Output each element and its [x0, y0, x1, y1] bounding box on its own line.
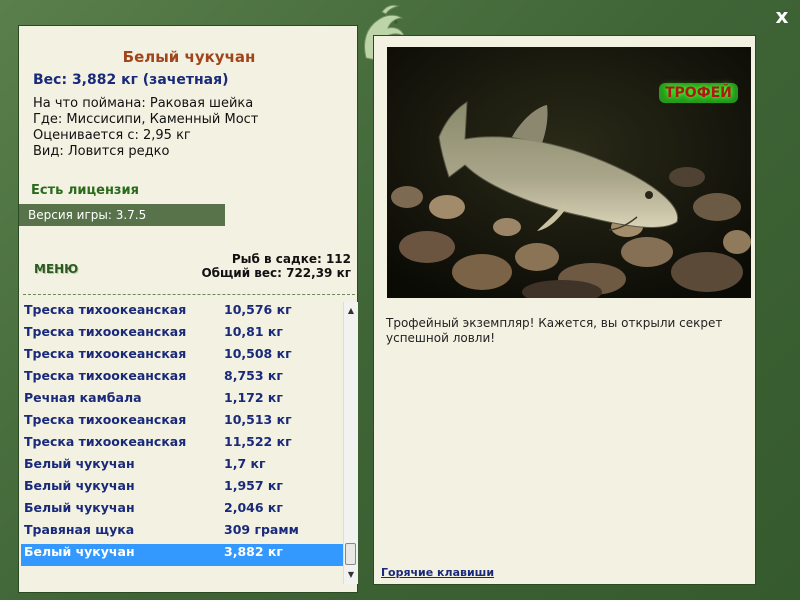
divider: [23, 294, 355, 295]
catch-list-row[interactable]: Треска тихоокеанская 10,81 кг: [21, 324, 343, 346]
catch-fish-weight: 10,508 кг: [224, 346, 292, 361]
catch-list-scrollbar[interactable]: ▲ ▼: [343, 302, 358, 584]
catch-list-row[interactable]: Треска тихоокеанская 10,576 кг: [21, 302, 343, 324]
fish-description: Трофейный экземпляр! Кажется, вы открыли…: [386, 316, 723, 345]
menu-button[interactable]: МЕНЮ: [34, 262, 78, 276]
catch-list-row[interactable]: Белый чукучан 3,882 кг: [21, 544, 343, 566]
fish-title: Белый чукучан: [122, 48, 256, 66]
fish-photo-panel: ТРОФЕЙ Трофейный экземпляр! Кажется, вы …: [373, 35, 756, 585]
catch-fish-name: Треска тихоокеанская: [24, 434, 187, 449]
catch-fish-name: Белый чукучан: [24, 456, 135, 471]
window-frame: x Белый чукучан Вес: 3,882 кг (зачетная)…: [0, 0, 800, 600]
keepnet-stats: Рыб в садке: 112 Общий вес: 722,39 кг: [201, 252, 351, 280]
catch-fish-name: Треска тихоокеанская: [24, 368, 187, 383]
catch-fish-weight: 309 грамм: [224, 522, 299, 537]
fish-weight: Вес: 3,882 кг (зачетная): [33, 72, 229, 88]
close-button[interactable]: x: [770, 4, 794, 28]
catch-list-row[interactable]: Речная камбала 1,172 кг: [21, 390, 343, 412]
catch-list[interactable]: Треска тихоокеанская 10,576 кг Треска тихо…: [21, 302, 343, 566]
catch-fish-weight: 1,7 кг: [224, 456, 266, 471]
location-line: Где: Миссисипи, Каменный Мост: [33, 112, 259, 127]
catch-list-row[interactable]: Белый чукучан 1,957 кг: [21, 478, 343, 500]
hotkeys-link[interactable]: Горячие клавиши: [381, 566, 494, 579]
catch-fish-weight: 11,522 кг: [224, 434, 292, 449]
catch-fish-weight: 3,882 кг: [224, 544, 283, 559]
catch-fish-name: Белый чукучан: [24, 500, 135, 515]
catch-fish-name: Белый чукучан: [24, 544, 135, 559]
bait-line: На что поймана: Раковая шейка: [33, 96, 254, 111]
catch-list-row[interactable]: Треска тихоокеанская 10,508 кг: [21, 346, 343, 368]
license-status: Есть лицензия: [31, 183, 139, 198]
catch-fish-name: Речная камбала: [24, 390, 142, 405]
rarity-line: Вид: Ловится редко: [33, 144, 170, 159]
catch-fish-name: Белый чукучан: [24, 478, 135, 493]
catch-list-row[interactable]: Белый чукучан 2,046 кг: [21, 500, 343, 522]
fish-photo: ТРОФЕЙ: [387, 47, 751, 298]
trophy-badge: ТРОФЕЙ: [659, 83, 738, 103]
catch-fish-name: Треска тихоокеанская: [24, 302, 187, 317]
catch-list-row[interactable]: Травяная щука 309 грамм: [21, 522, 343, 544]
total-weight: Общий вес: 722,39 кг: [201, 266, 351, 280]
catch-fish-weight: 10,81 кг: [224, 324, 283, 339]
catch-list-row[interactable]: Белый чукучан 1,7 кг: [21, 456, 343, 478]
catch-fish-weight: 2,046 кг: [224, 500, 283, 515]
catch-fish-weight: 1,172 кг: [224, 390, 283, 405]
catch-fish-name: Травяная щука: [24, 522, 135, 537]
catch-list-row[interactable]: Треска тихоокеанская 11,522 кг: [21, 434, 343, 456]
catch-fish-weight: 10,513 кг: [224, 412, 292, 427]
fish-count: Рыб в садке: 112: [231, 252, 351, 266]
value-line: Оценивается с: 2,95 кг: [33, 128, 191, 143]
catch-fish-weight: 8,753 кг: [224, 368, 283, 383]
catch-fish-name: Треска тихоокеанская: [24, 346, 187, 361]
version-bar: Версия игры: 3.7.5: [19, 204, 225, 226]
catch-info-panel: Белый чукучан Вес: 3,882 кг (зачетная) Н…: [18, 25, 358, 593]
scroll-down-arrow-icon[interactable]: ▼: [344, 568, 358, 582]
catch-fish-weight: 1,957 кг: [224, 478, 283, 493]
catch-fish-weight: 10,576 кг: [224, 302, 292, 317]
scroll-up-arrow-icon[interactable]: ▲: [344, 304, 358, 318]
catch-list-row[interactable]: Треска тихоокеанская 10,513 кг: [21, 412, 343, 434]
scroll-thumb[interactable]: [345, 543, 356, 565]
catch-fish-name: Треска тихоокеанская: [24, 324, 187, 339]
catch-list-row[interactable]: Треска тихоокеанская 8,753 кг: [21, 368, 343, 390]
catch-fish-name: Треска тихоокеанская: [24, 412, 187, 427]
